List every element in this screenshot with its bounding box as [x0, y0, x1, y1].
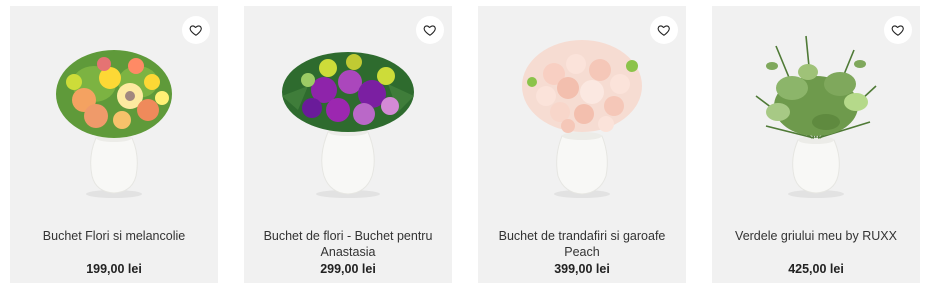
- peach-roses-vase-image: [522, 40, 642, 198]
- product-image[interactable]: [712, 26, 920, 206]
- product-name[interactable]: Buchet de flori - Buchet pentru Anastasi…: [258, 228, 438, 260]
- product-price: 299,00 lei: [320, 262, 376, 276]
- product-card[interactable]: Buchet de trandafiri si garoafe Peach 39…: [478, 6, 686, 283]
- product-price: 425,00 lei: [788, 262, 844, 276]
- product-card[interactable]: Buchet Flori si melancolie 199,00 lei: [10, 6, 218, 283]
- product-card[interactable]: Buchet de flori - Buchet pentru Anastasi…: [244, 6, 452, 283]
- product-image[interactable]: [244, 26, 452, 206]
- product-name[interactable]: Buchet de trandafiri si garoafe Peach: [492, 228, 672, 260]
- product-grid: Buchet Flori si melancolie 199,00 lei Bu…: [0, 0, 940, 283]
- product-name[interactable]: Verdele griului meu by RUXX: [726, 228, 906, 244]
- product-image[interactable]: [478, 26, 686, 206]
- product-card[interactable]: Verdele griului meu by RUXX 425,00 lei: [712, 6, 920, 283]
- product-price: 199,00 lei: [86, 262, 142, 276]
- mixed-bouquet-vase-image: [56, 50, 172, 198]
- product-image[interactable]: [10, 26, 218, 206]
- purple-bouquet-vase-image: [282, 52, 414, 198]
- product-price: 399,00 lei: [554, 262, 610, 276]
- greenery-bouquet-vase-image: [755, 35, 877, 198]
- product-name[interactable]: Buchet Flori si melancolie: [24, 228, 204, 244]
